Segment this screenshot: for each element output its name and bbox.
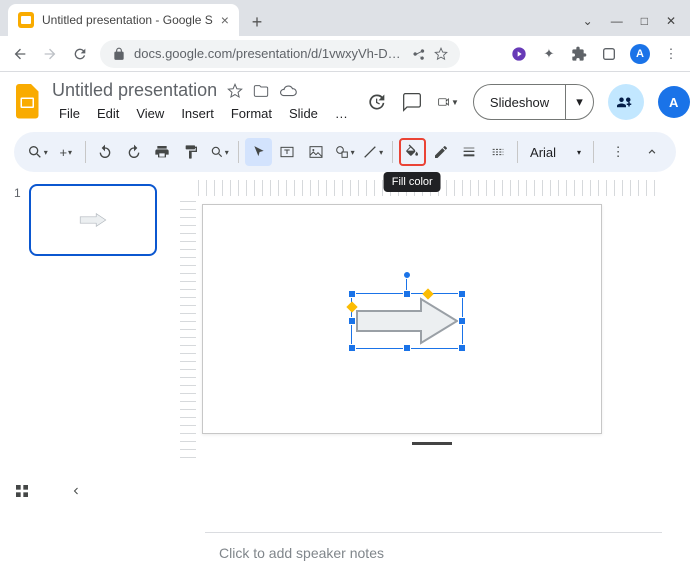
cloud-status-icon[interactable]: [279, 82, 297, 100]
kebab-icon[interactable]: ⋮: [662, 45, 680, 63]
vertical-ruler: [180, 198, 196, 458]
menu-more[interactable]: …: [328, 103, 355, 124]
forward-button[interactable]: [40, 44, 60, 64]
close-tab-icon[interactable]: ×: [221, 12, 229, 28]
toolbar: ▾ +▾ ▾ ▾ ▾ Fill color Arial ▾ ⋮: [14, 132, 676, 172]
address-bar-row: docs.google.com/presentation/d/1vwxyVh-D…: [0, 36, 690, 72]
extension-icons: ✦ A ⋮: [510, 44, 680, 64]
collapse-toolbar[interactable]: [638, 138, 666, 166]
new-tab-button[interactable]: +: [243, 8, 271, 36]
shape-tool[interactable]: ▾: [331, 138, 358, 166]
slideshow-label: Slideshow: [474, 85, 566, 119]
close-window-icon[interactable]: ✕: [666, 14, 676, 28]
chevron-down-icon[interactable]: ⌄: [583, 14, 593, 28]
undo-tool[interactable]: [92, 138, 119, 166]
border-weight-tool[interactable]: [456, 138, 483, 166]
speaker-notes[interactable]: Click to add speaker notes: [205, 532, 662, 573]
minimize-icon[interactable]: ―: [611, 14, 623, 28]
share-url-icon[interactable]: [412, 47, 426, 61]
resize-handle[interactable]: [458, 290, 466, 298]
back-button[interactable]: [10, 44, 30, 64]
star-icon[interactable]: [434, 47, 448, 61]
history-icon[interactable]: [365, 91, 387, 113]
resize-handle[interactable]: [348, 290, 356, 298]
menu-view[interactable]: View: [129, 103, 171, 124]
slide-thumbnail[interactable]: [29, 184, 157, 256]
slides-favicon: [18, 12, 34, 28]
print-tool[interactable]: [149, 138, 176, 166]
image-tool[interactable]: [302, 138, 329, 166]
browser-avatar[interactable]: A: [630, 44, 650, 64]
meet-icon[interactable]: ▼: [437, 91, 459, 113]
new-slide-tool[interactable]: +▾: [53, 138, 80, 166]
prev-slide-icon[interactable]: [70, 485, 82, 497]
share-button[interactable]: [608, 84, 644, 120]
fill-color-tool[interactable]: Fill color: [399, 138, 426, 166]
play-ext-icon[interactable]: [510, 45, 528, 63]
main-area: 1: [0, 172, 690, 532]
stop-ext-icon[interactable]: [600, 45, 618, 63]
zoom-tool[interactable]: ▾: [206, 138, 233, 166]
more-tools[interactable]: ⋮: [604, 138, 632, 166]
menu-slide[interactable]: Slide: [282, 103, 325, 124]
font-name: Arial: [530, 145, 556, 160]
slide-canvas[interactable]: [202, 204, 602, 434]
browser-tab[interactable]: Untitled presentation - Google S ×: [8, 4, 239, 36]
doc-title[interactable]: Untitled presentation: [52, 80, 217, 101]
move-doc-icon[interactable]: [253, 83, 269, 99]
font-select[interactable]: Arial ▾: [524, 145, 587, 160]
redo-tool[interactable]: [120, 138, 147, 166]
filmstrip: 1: [0, 172, 180, 532]
selection-box: [351, 293, 463, 349]
app-header: Untitled presentation File Edit View Ins…: [0, 72, 690, 124]
slide-number: 1: [14, 184, 21, 256]
resize-handle[interactable]: [458, 317, 466, 325]
border-color-tool[interactable]: [428, 138, 455, 166]
maximize-icon[interactable]: □: [641, 14, 648, 28]
grid-view-icon[interactable]: [14, 483, 30, 499]
paint-format-tool[interactable]: [177, 138, 204, 166]
comment-icon[interactable]: [401, 91, 423, 113]
resize-handle[interactable]: [348, 317, 356, 325]
select-tool[interactable]: [245, 138, 272, 166]
resize-handle[interactable]: [348, 344, 356, 352]
textbox-tool[interactable]: [274, 138, 301, 166]
browser-tab-strip: Untitled presentation - Google S × + ⌄ ―…: [0, 0, 690, 36]
resize-handle[interactable]: [403, 290, 411, 298]
menu-edit[interactable]: Edit: [90, 103, 126, 124]
menu-bar: File Edit View Insert Format Slide …: [52, 103, 355, 124]
fill-color-tooltip: Fill color: [384, 172, 441, 192]
slideshow-dropdown[interactable]: ▾: [566, 94, 593, 110]
menu-insert[interactable]: Insert: [174, 103, 221, 124]
puzzle-ext-icon[interactable]: [570, 45, 588, 63]
window-controls: ⌄ ― □ ✕: [583, 14, 690, 36]
slides-logo[interactable]: [14, 84, 42, 120]
reload-button[interactable]: [70, 44, 90, 64]
bottom-bar: [14, 483, 82, 499]
lock-icon: [112, 47, 126, 61]
paw-ext-icon[interactable]: ✦: [540, 45, 558, 63]
border-dash-tool[interactable]: [485, 138, 512, 166]
menu-file[interactable]: File: [52, 103, 87, 124]
slide-nav: [202, 442, 662, 445]
slideshow-button[interactable]: Slideshow ▾: [473, 84, 594, 120]
url-text: docs.google.com/presentation/d/1vwxyVh-D…: [134, 46, 404, 61]
resize-handle[interactable]: [403, 344, 411, 352]
canvas-area: [180, 172, 690, 532]
address-bar[interactable]: docs.google.com/presentation/d/1vwxyVh-D…: [100, 40, 460, 68]
menu-format[interactable]: Format: [224, 103, 279, 124]
search-tool[interactable]: ▾: [24, 138, 51, 166]
line-tool[interactable]: ▾: [359, 138, 386, 166]
rotate-handle[interactable]: [403, 271, 411, 279]
star-doc-icon[interactable]: [227, 83, 243, 99]
tab-title: Untitled presentation - Google S: [42, 13, 213, 27]
user-avatar[interactable]: A: [658, 86, 690, 118]
arrow-shape[interactable]: [353, 295, 461, 347]
resize-handle[interactable]: [458, 344, 466, 352]
